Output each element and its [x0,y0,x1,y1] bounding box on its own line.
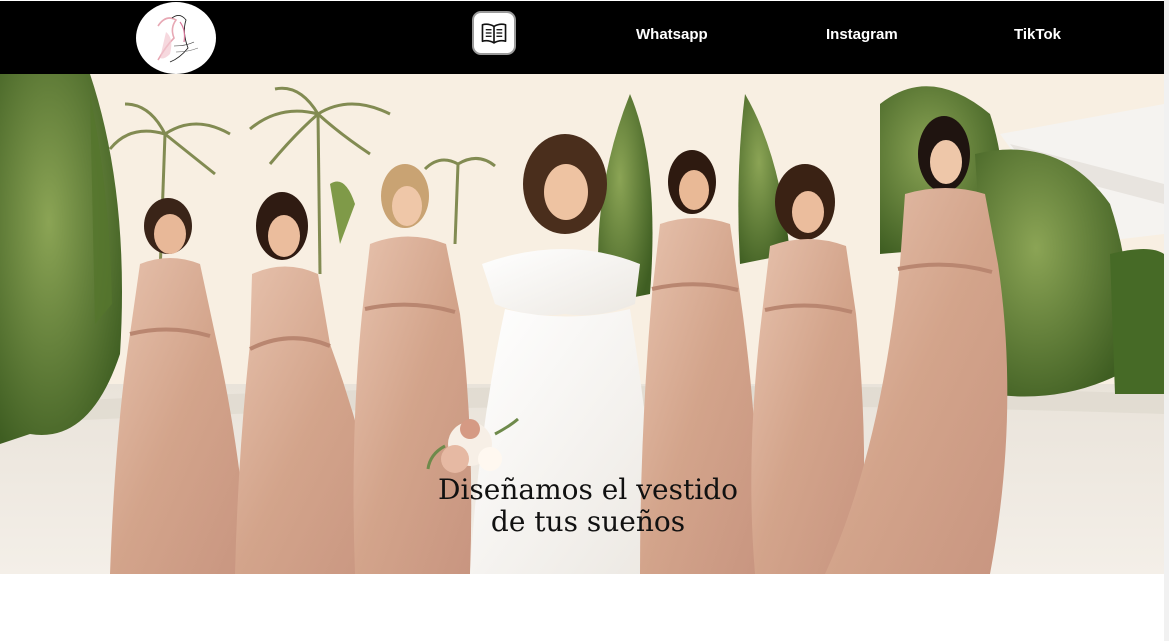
brand-logo-icon [142,4,210,72]
hero-banner: Diseñamos el vestido de tus sueños [0,74,1164,574]
page-scrollbar[interactable] [1164,0,1169,641]
hero-title-line-2: de tus sueños [490,505,686,538]
brand-logo[interactable] [136,2,216,74]
open-book-icon [481,23,507,44]
page: Whatsapp Instagram TikTok Diseñamos el v… [0,0,1169,641]
hero-title-line-1: Diseñamos el vestido [438,473,738,506]
nav-link-instagram[interactable]: Instagram [826,25,898,45]
nav-link-whatsapp[interactable]: Whatsapp [636,25,708,45]
nav-link-tiktok[interactable]: TikTok [1014,25,1061,45]
catalog-book-button[interactable] [472,11,516,55]
hero-title: Diseñamos el vestido de tus sueños [382,474,794,538]
top-navbar: Whatsapp Instagram TikTok [0,1,1164,74]
